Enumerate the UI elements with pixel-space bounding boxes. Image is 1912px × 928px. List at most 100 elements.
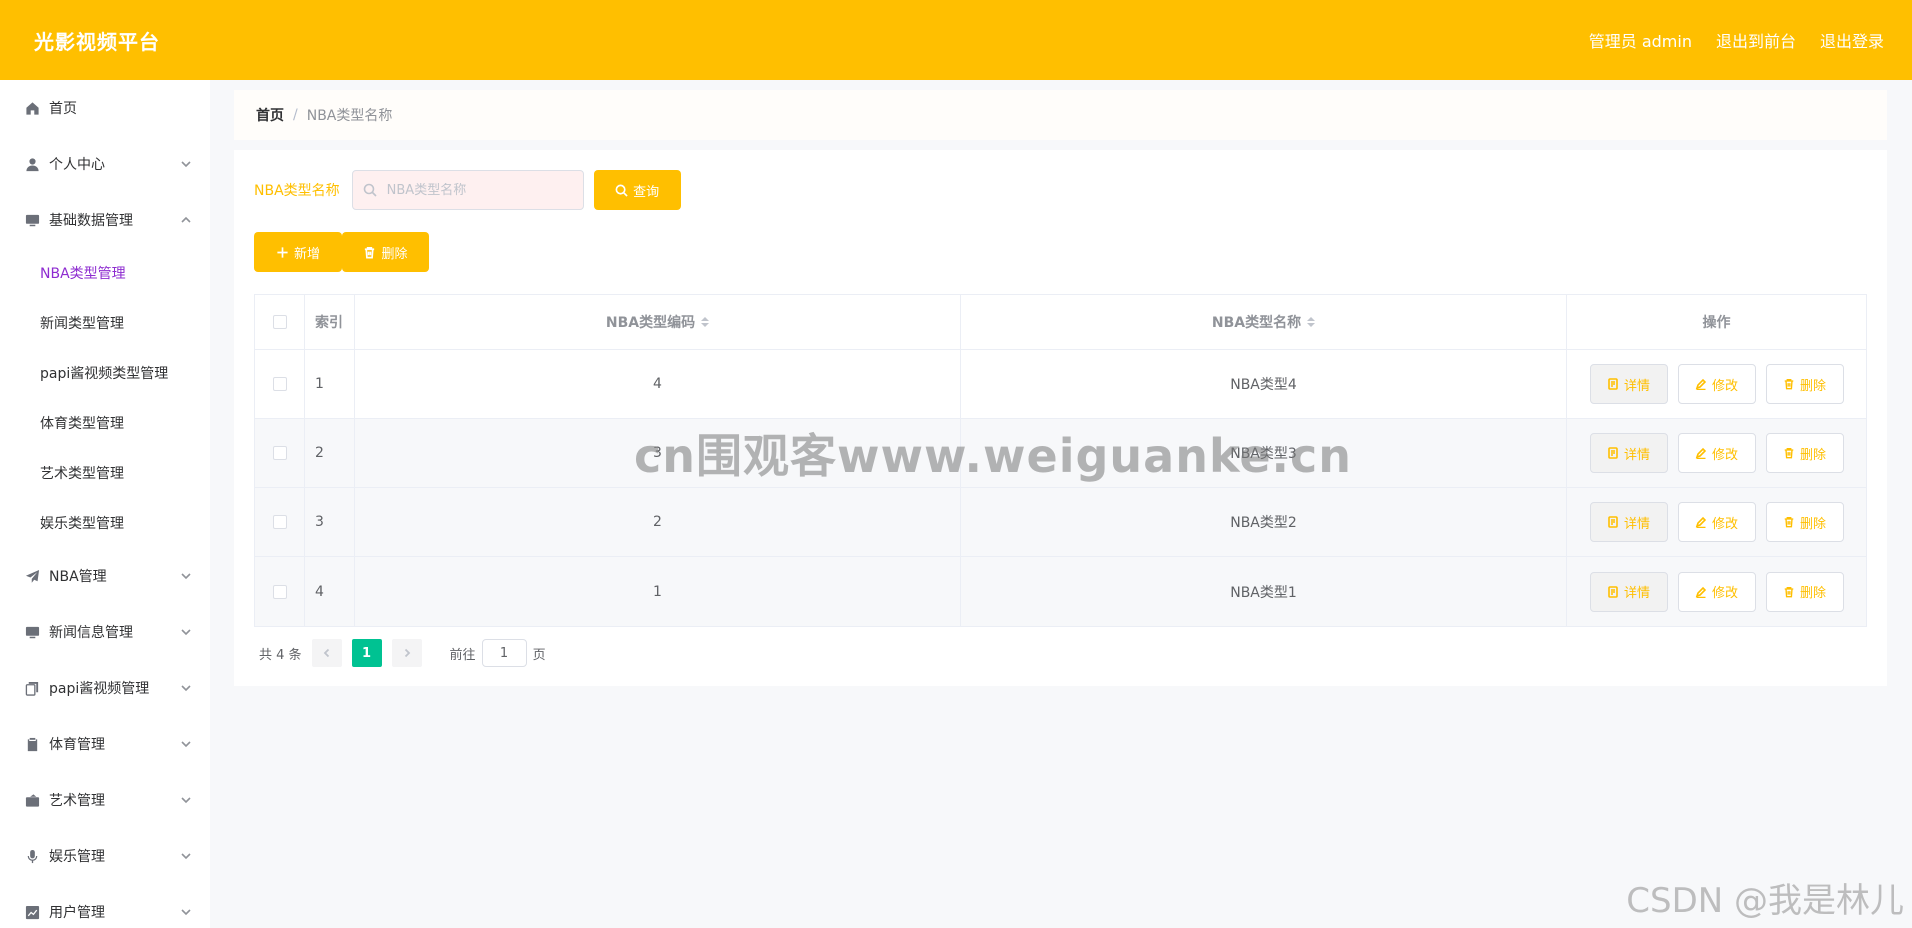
header-code-label: NBA类型编码 <box>605 315 696 331</box>
search-input[interactable] <box>386 182 567 198</box>
query-button[interactable]: 查询 <box>593 170 681 210</box>
sidebar-item-art[interactable]: 艺术管理 <box>0 772 210 828</box>
row-checkbox[interactable] <box>272 377 287 391</box>
header-code[interactable]: NBA类型编码 <box>355 295 961 349</box>
sidebar-item-home[interactable]: 首页 <box>0 80 210 136</box>
delete-button[interactable]: 删除 <box>1765 571 1844 612</box>
chevron-down-icon <box>180 906 192 918</box>
sidebar-item-users[interactable]: 用户管理 <box>0 884 210 928</box>
breadcrumb-separator: / <box>293 107 298 123</box>
row-operations: 详情 修改 删除 <box>1567 557 1866 626</box>
edit-button-label: 修改 <box>1711 378 1738 394</box>
breadcrumb-current: NBA类型名称 <box>306 108 393 124</box>
search-icon <box>363 183 377 197</box>
trash-icon <box>365 246 375 258</box>
row-checkbox[interactable] <box>272 515 287 529</box>
delete-button[interactable]: 删除 <box>1765 433 1844 473</box>
row-checkbox-cell <box>255 557 305 626</box>
header-name[interactable]: NBA类型名称 <box>961 295 1567 349</box>
sidebar-item-personal-center[interactable]: 个人中心 <box>0 136 210 192</box>
sidebar-item-label: 基础数据管理 <box>49 213 133 229</box>
prev-page-button[interactable] <box>311 639 342 667</box>
sidebar-item-sports[interactable]: 体育管理 <box>0 716 210 772</box>
row-operations: 详情 修改 删除 <box>1567 488 1866 556</box>
row-code: 2 <box>355 488 961 556</box>
sidebar-item-papi-video[interactable]: papi酱视频管理 <box>0 660 210 716</box>
header-checkbox-cell <box>255 295 305 349</box>
edit-button[interactable]: 修改 <box>1677 433 1756 473</box>
batch-delete-button-label: 删除 <box>381 246 408 262</box>
trash-icon <box>1784 586 1794 597</box>
next-page-button[interactable] <box>391 639 422 667</box>
row-index: 3 <box>305 488 355 556</box>
sidebar-item-label: 个人中心 <box>49 157 105 173</box>
detail-button[interactable]: 详情 <box>1589 502 1668 542</box>
trash-icon <box>1784 379 1794 390</box>
action-bar: 新增 删除 <box>254 232 1867 272</box>
sidebar-subitem-art-type[interactable]: 艺术类型管理 <box>0 448 210 498</box>
sidebar-item-news[interactable]: 新闻信息管理 <box>0 604 210 660</box>
edit-button[interactable]: 修改 <box>1677 571 1756 612</box>
delete-button[interactable]: 删除 <box>1765 364 1844 404</box>
copy-icon <box>24 680 40 696</box>
row-code: 4 <box>355 350 961 418</box>
sidebar-item-basic-data[interactable]: 基础数据管理 <box>0 192 210 248</box>
page-jump-input[interactable] <box>481 639 527 667</box>
trash-icon <box>1784 517 1794 528</box>
row-checkbox-cell <box>255 350 305 418</box>
sidebar-item-label: 新闻信息管理 <box>49 625 133 641</box>
microphone-icon <box>24 848 40 864</box>
delete-button-label: 删除 <box>1799 447 1826 463</box>
breadcrumb-home[interactable]: 首页 <box>256 105 284 125</box>
sidebar-item-label: 体育管理 <box>49 737 105 753</box>
search-field[interactable] <box>351 170 584 210</box>
sidebar-item-entertainment[interactable]: 娱乐管理 <box>0 828 210 884</box>
row-code: 1 <box>355 557 961 626</box>
sidebar-item-nba[interactable]: NBA管理 <box>0 548 210 604</box>
breadcrumb: 首页 / NBA类型名称 <box>234 90 1887 140</box>
sidebar-subitem-papi-video-type[interactable]: papi酱视频类型管理 <box>0 348 210 398</box>
chevron-down-icon <box>180 626 192 638</box>
detail-button[interactable]: 详情 <box>1589 433 1668 473</box>
data-table: 索引 NBA类型编码 NBA类型名称 操作 1 4 NBA类型4 详情 修改 删… <box>254 294 1867 627</box>
row-index: 2 <box>305 419 355 487</box>
to-front-link[interactable]: 退出到前台 <box>1716 28 1796 52</box>
sidebar-subitem-news-type[interactable]: 新闻类型管理 <box>0 298 210 348</box>
logout-link[interactable]: 退出登录 <box>1820 28 1884 52</box>
table-row: 4 1 NBA类型1 详情 修改 删除 <box>255 557 1866 626</box>
row-checkbox[interactable] <box>272 446 287 460</box>
batch-delete-button[interactable]: 删除 <box>342 232 429 272</box>
select-all-checkbox[interactable] <box>272 315 287 329</box>
edit-button[interactable]: 修改 <box>1677 502 1756 542</box>
top-header: 光影视频平台 管理员 admin 退出到前台 退出登录 <box>0 0 1912 80</box>
chevron-right-icon <box>404 648 410 658</box>
search-icon <box>615 184 628 197</box>
detail-button-label: 详情 <box>1623 586 1650 601</box>
chevron-down-icon <box>180 850 192 862</box>
row-index: 4 <box>305 557 355 626</box>
delete-button[interactable]: 删除 <box>1765 502 1844 542</box>
monitor-icon <box>24 624 40 640</box>
edit-button[interactable]: 修改 <box>1677 364 1756 404</box>
table-row: 3 2 NBA类型2 详情 修改 删除 <box>255 488 1866 557</box>
sort-icon[interactable] <box>701 317 710 327</box>
sidebar-item-label: NBA管理 <box>49 569 107 585</box>
sidebar-subitem-sports-type[interactable]: 体育类型管理 <box>0 398 210 448</box>
detail-button-label: 详情 <box>1623 447 1650 463</box>
sidebar-subitem-nba-type[interactable]: NBA类型管理 <box>0 248 210 298</box>
sidebar-item-label: 首页 <box>49 101 77 117</box>
detail-button[interactable]: 详情 <box>1589 364 1668 404</box>
sidebar-subitem-entertainment-type[interactable]: 娱乐类型管理 <box>0 498 210 548</box>
wallet-icon <box>24 792 40 808</box>
chevron-down-icon <box>180 570 192 582</box>
page-number-button[interactable]: 1 <box>351 639 382 667</box>
csdn-watermark: CSDN @我是林儿 <box>1626 881 1904 921</box>
search-label: NBA类型名称 <box>254 183 340 199</box>
add-button[interactable]: 新增 <box>254 232 342 272</box>
sort-icon[interactable] <box>1307 317 1316 327</box>
row-checkbox[interactable] <box>272 584 287 599</box>
edit-button-label: 修改 <box>1711 586 1738 601</box>
jump-prefix: 前往 <box>449 647 476 663</box>
pagination: 共 4 条 1 前往 页 <box>254 639 1867 667</box>
detail-button[interactable]: 详情 <box>1589 571 1668 612</box>
